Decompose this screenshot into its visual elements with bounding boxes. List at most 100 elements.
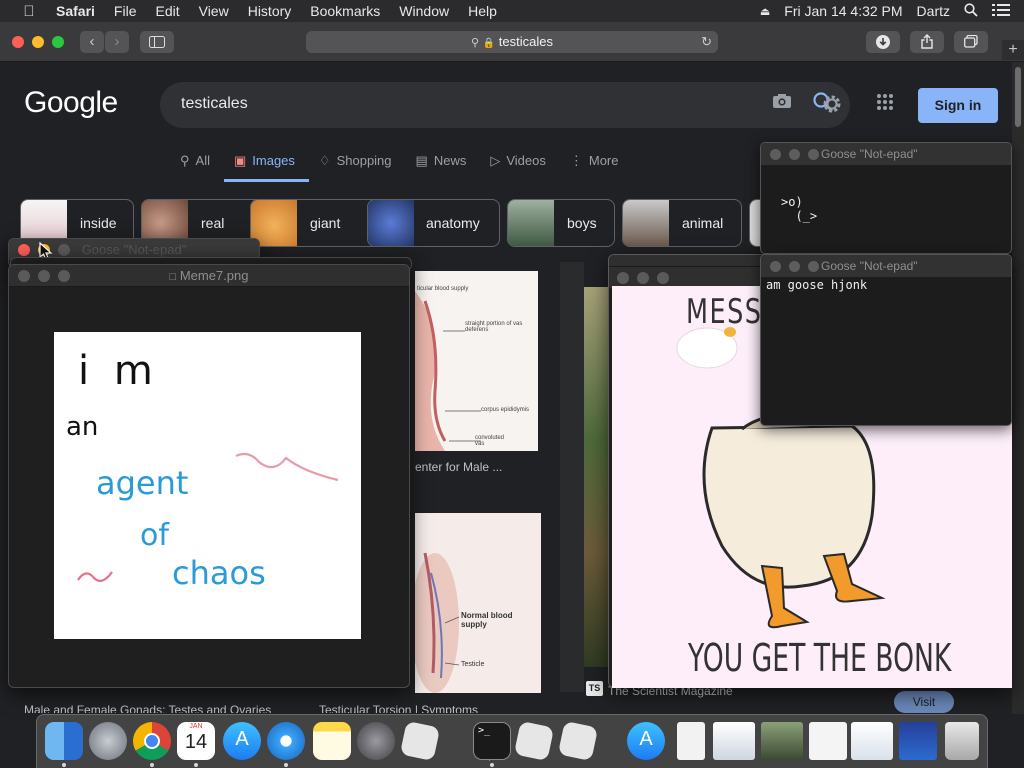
- sidebar-button[interactable]: [140, 31, 174, 53]
- settings-gear-icon[interactable]: [820, 92, 844, 122]
- roblox-studio-icon[interactable]: [513, 720, 555, 762]
- meme-text-line: chaos: [172, 554, 266, 592]
- tabs-overview-button[interactable]: [954, 31, 988, 53]
- zoom-window-button[interactable]: [657, 272, 669, 284]
- tab-shopping[interactable]: ♢ Shopping: [319, 150, 392, 182]
- meme-preview-window[interactable]: □ Meme7.png i m an agent of chaos: [8, 264, 410, 688]
- menu-clock[interactable]: Fri Jan 14 4:32 PM: [784, 3, 902, 19]
- page-scrollbar[interactable]: [1012, 62, 1024, 714]
- menu-history[interactable]: History: [248, 3, 292, 19]
- new-tab-plus-icon[interactable]: +: [1002, 40, 1024, 60]
- app-store-download-icon[interactable]: A: [627, 722, 665, 760]
- running-indicator: [284, 763, 288, 767]
- spotlight-search-icon[interactable]: [964, 2, 978, 20]
- roblox-player-icon[interactable]: [557, 720, 599, 762]
- app-store-glyph: A: [235, 728, 249, 750]
- google-search-box[interactable]: testicales: [160, 82, 850, 128]
- minimize-window-button[interactable]: [32, 36, 44, 48]
- address-bar[interactable]: ⚲ 🔒 testicales ↻: [306, 31, 718, 53]
- image-result-dark[interactable]: [560, 262, 584, 692]
- google-apps-icon[interactable]: [876, 93, 894, 116]
- window-titlebar[interactable]: □ Meme7.png: [9, 265, 409, 287]
- minimize-window-button[interactable]: [789, 261, 800, 272]
- result-caption[interactable]: Male and Female Gonads: Testes and Ovari…: [24, 703, 294, 713]
- tab-more[interactable]: ⋮ More: [570, 150, 619, 182]
- finder-icon[interactable]: [45, 722, 83, 760]
- window-titlebar[interactable]: Goose "Not-epad": [761, 143, 1011, 165]
- screenshot-thumbnail-icon[interactable]: [899, 722, 937, 760]
- menu-user[interactable]: Dartz: [917, 3, 950, 19]
- launchpad-icon[interactable]: [89, 722, 127, 760]
- goose-notepad-window-bottom[interactable]: Goose "Not-epad" am goose hjonk: [760, 254, 1012, 426]
- visit-button[interactable]: Visit: [894, 691, 954, 713]
- close-window-button[interactable]: [770, 149, 781, 160]
- forward-button[interactable]: ›: [105, 31, 129, 53]
- screenshot-thumbnail-icon[interactable]: [809, 722, 847, 760]
- scrollbar-thumb[interactable]: [1015, 67, 1021, 127]
- zoom-window-button[interactable]: [808, 261, 819, 272]
- downloads-button[interactable]: [866, 31, 900, 53]
- running-indicator: [62, 763, 66, 767]
- app-store-icon[interactable]: A: [223, 722, 261, 760]
- chip-boys[interactable]: boys: [507, 199, 615, 247]
- meme-text-line: an: [66, 412, 99, 442]
- tab-news[interactable]: ▤ News: [416, 150, 467, 182]
- menu-app-safari[interactable]: Safari: [56, 3, 95, 19]
- result-caption[interactable]: enter for Male ...: [415, 460, 555, 474]
- close-window-button[interactable]: [617, 272, 629, 284]
- screenshot-thumbnail-icon[interactable]: [761, 722, 803, 760]
- apple-menu-icon[interactable]: : [18, 3, 40, 20]
- close-window-button[interactable]: [770, 261, 781, 272]
- tab-all[interactable]: ⚲ All: [180, 150, 210, 182]
- chip-animal[interactable]: animal: [622, 199, 742, 247]
- close-window-button[interactable]: [12, 36, 24, 48]
- running-indicator: [150, 763, 154, 767]
- document-icon[interactable]: [677, 722, 705, 760]
- safari-icon[interactable]: [267, 722, 305, 760]
- screenshot-thumbnail-icon[interactable]: [713, 722, 755, 760]
- minimize-window-button[interactable]: [789, 149, 800, 160]
- minimize-window-button[interactable]: [637, 272, 649, 284]
- goose-notepad-window-top[interactable]: Goose "Not-epad" >o) (_>: [760, 142, 1012, 254]
- trash-icon[interactable]: [945, 722, 979, 760]
- chip-giant[interactable]: giant: [250, 199, 380, 247]
- control-center-icon[interactable]: [992, 3, 1010, 20]
- notes-icon[interactable]: [313, 722, 351, 760]
- dock: JAN 14 A >_ A: [36, 714, 988, 768]
- tab-videos[interactable]: ▷ Videos: [490, 150, 546, 182]
- menu-window[interactable]: Window: [399, 3, 449, 19]
- back-button[interactable]: ‹: [80, 31, 104, 53]
- calendar-month: JAN: [189, 723, 203, 730]
- roblox-icon[interactable]: [399, 720, 441, 762]
- calendar-icon[interactable]: JAN 14: [177, 722, 215, 760]
- image-result-blood-supply[interactable]: Normal blood supply Testicle: [411, 513, 541, 693]
- camera-icon[interactable]: [772, 93, 792, 114]
- menu-edit[interactable]: Edit: [155, 3, 179, 19]
- eject-icon[interactable]: ⏏: [760, 5, 770, 18]
- menu-bar:  Safari File Edit View History Bookmark…: [0, 0, 1024, 22]
- zoom-window-button[interactable]: [808, 149, 819, 160]
- menu-bookmarks[interactable]: Bookmarks: [310, 3, 380, 19]
- terminal-icon[interactable]: >_: [473, 722, 511, 760]
- result-caption[interactable]: Testicular Torsion | Symptoms: [319, 703, 519, 713]
- screenshot-thumbnail-icon[interactable]: [851, 722, 893, 760]
- notepad-text[interactable]: am goose hjonk: [766, 278, 867, 292]
- share-button[interactable]: [910, 31, 944, 53]
- system-preferences-icon[interactable]: [357, 722, 395, 760]
- window-titlebar[interactable]: Goose "Not-epad": [761, 255, 1011, 277]
- google-logo[interactable]: Google: [24, 86, 118, 120]
- diagram-label: corpus epididymis: [481, 407, 530, 413]
- menu-view[interactable]: View: [199, 3, 229, 19]
- tab-images[interactable]: ▣ Images: [223, 150, 309, 182]
- download-icon: [876, 35, 890, 49]
- chip-anatomy[interactable]: anatomy: [367, 199, 500, 247]
- chevron-left-icon: ‹: [89, 33, 95, 50]
- chrome-icon[interactable]: [133, 722, 171, 760]
- google-search-input[interactable]: testicales: [181, 95, 248, 113]
- menu-help[interactable]: Help: [468, 3, 497, 19]
- menu-file[interactable]: File: [114, 3, 137, 19]
- sign-in-button[interactable]: Sign in: [918, 88, 998, 123]
- reload-icon[interactable]: ↻: [701, 31, 712, 53]
- zoom-window-button[interactable]: [52, 36, 64, 48]
- image-result-diagram[interactable]: ticular blood supply straight portion of…: [415, 271, 538, 451]
